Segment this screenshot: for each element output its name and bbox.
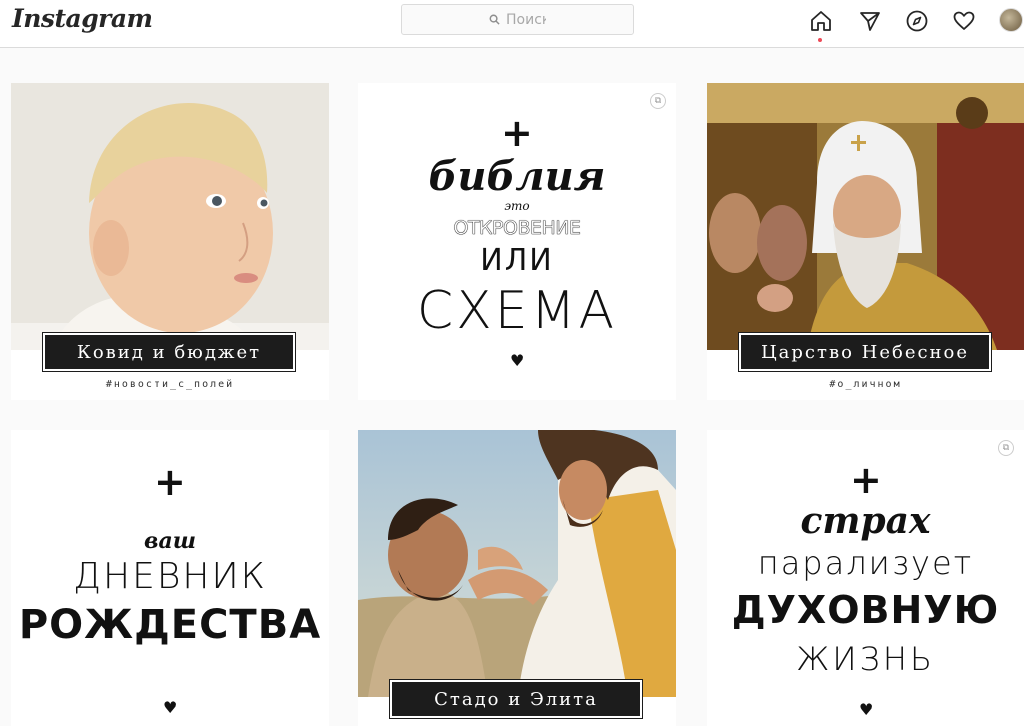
post-tile[interactable]: Царство Небесное #о_личном bbox=[707, 83, 1024, 400]
direct-icon[interactable] bbox=[857, 8, 883, 34]
post-tile[interactable]: Ковид и бюджет #новости_с_полей bbox=[11, 83, 329, 400]
jesus-healing-painting bbox=[358, 430, 676, 697]
bishop-photo bbox=[707, 83, 1024, 350]
search-icon bbox=[489, 14, 500, 25]
post-tile[interactable]: ⧉ + библия это ОТКРОВЕНИЕ ИЛИ СХЕМА ♥ bbox=[358, 83, 676, 400]
post-text-line: библия bbox=[428, 153, 606, 200]
post-caption-label: Ковид и бюджет bbox=[42, 332, 296, 372]
post-caption-label: Стадо и Элита bbox=[389, 679, 643, 719]
multiple-posts-icon: ⧉ bbox=[650, 93, 666, 109]
post-text-line: ваш bbox=[144, 528, 196, 554]
post-text-line: ДНЕВНИК bbox=[73, 556, 267, 597]
post-tile[interactable]: ⧉ + страх парализует ДУХОВНУЮ ЖИЗНЬ ♥ bbox=[707, 430, 1024, 726]
post-hashtag: #о_личном bbox=[829, 379, 902, 390]
post-text-line: ИЛИ bbox=[480, 243, 554, 278]
activity-heart-icon[interactable] bbox=[951, 8, 977, 34]
top-navigation-bar: Instagram bbox=[0, 0, 1024, 48]
post-caption-label: Царство Небесное bbox=[738, 332, 992, 372]
post-text-line: страх bbox=[800, 500, 931, 542]
instagram-logo[interactable]: Instagram bbox=[12, 4, 153, 33]
explore-icon[interactable] bbox=[904, 8, 930, 34]
search-input[interactable] bbox=[506, 11, 546, 28]
post-text-line: РОЖДЕСТВА bbox=[18, 602, 322, 648]
post-text-line: ЖИЗНЬ bbox=[796, 640, 935, 678]
cross-icon: + bbox=[850, 458, 882, 502]
post-text-line: парализует bbox=[757, 544, 974, 582]
home-notification-dot bbox=[818, 38, 822, 42]
post-tile[interactable]: + ваш ДНЕВНИК РОЖДЕСТВА ♥ bbox=[11, 430, 329, 726]
post-tile[interactable]: Стадо и Элита bbox=[358, 430, 676, 726]
post-text-line: ОТКРОВЕНИЕ bbox=[453, 217, 581, 239]
search-box[interactable] bbox=[401, 4, 634, 35]
baby-photo bbox=[11, 83, 329, 350]
post-text-line: это bbox=[504, 199, 530, 213]
post-hashtag: #новости_с_полей bbox=[105, 379, 235, 390]
heart-icon: ♥ bbox=[163, 698, 178, 717]
home-icon[interactable] bbox=[808, 8, 834, 34]
cross-icon: + bbox=[501, 111, 533, 155]
post-text-line: СХЕМА bbox=[416, 281, 618, 341]
profile-avatar[interactable] bbox=[999, 8, 1023, 32]
cross-icon: + bbox=[154, 460, 186, 504]
heart-icon: ♥ bbox=[510, 351, 525, 370]
post-text-line: ДУХОВНУЮ bbox=[731, 588, 1000, 632]
heart-icon: ♥ bbox=[859, 700, 874, 719]
multiple-posts-icon: ⧉ bbox=[998, 440, 1014, 456]
